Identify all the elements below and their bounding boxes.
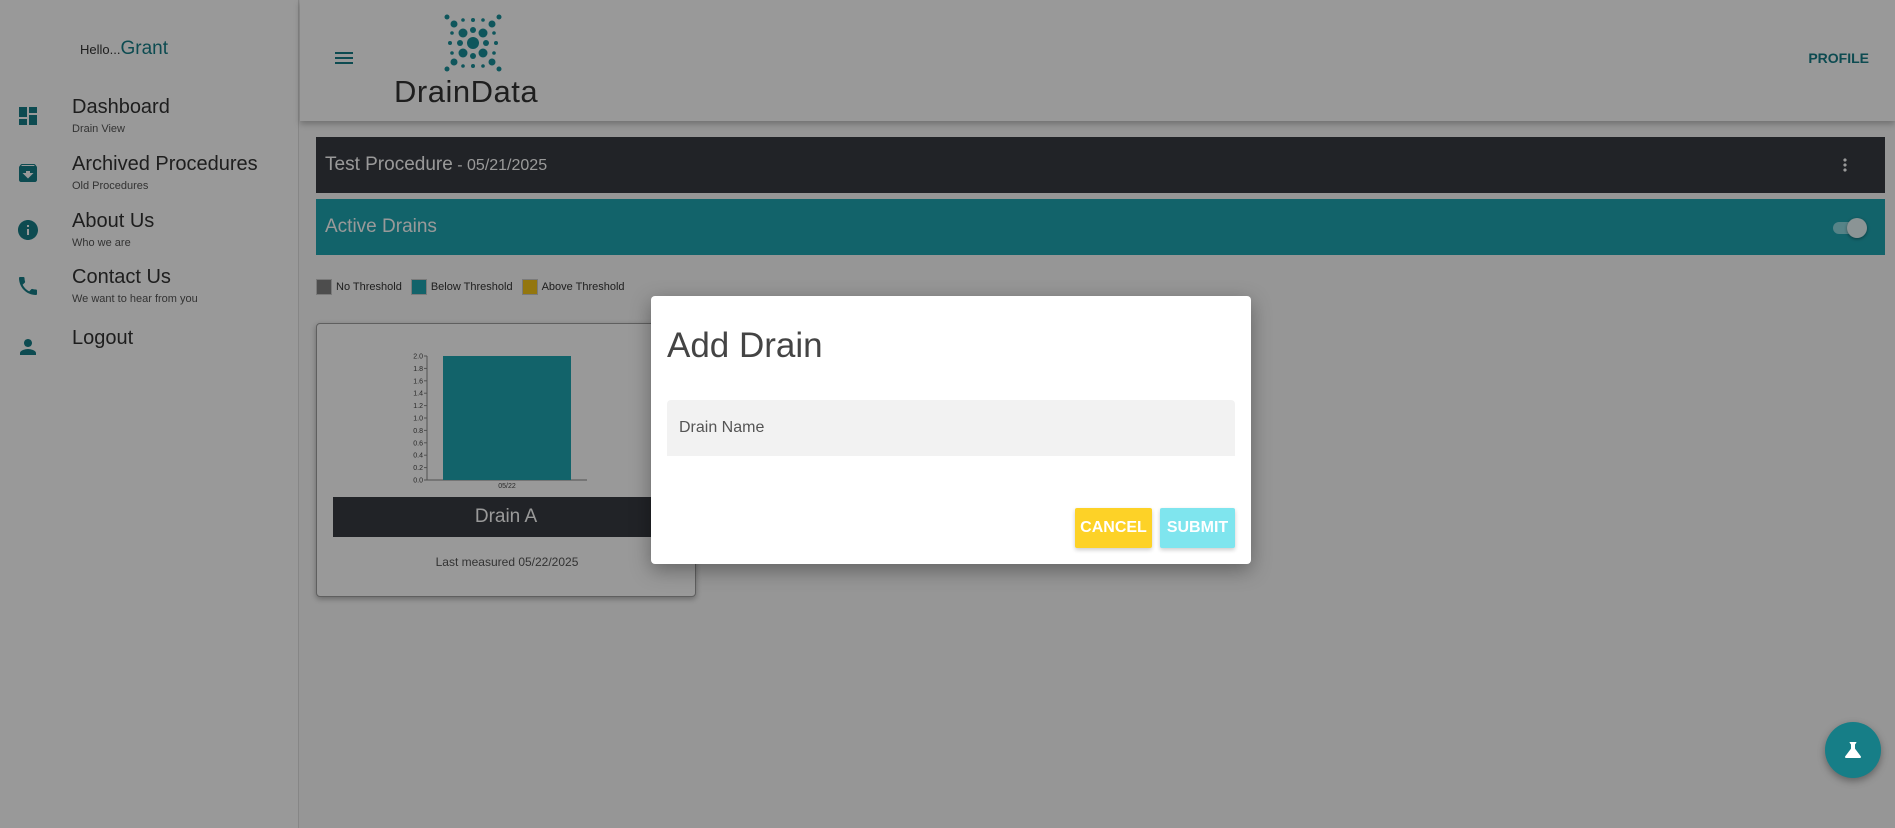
cancel-button[interactable]: CANCEL [1075, 508, 1152, 548]
flask-icon [1845, 742, 1861, 758]
add-drain-dialog: Add Drain CANCEL SUBMIT [651, 296, 1251, 564]
dialog-title: Add Drain [667, 326, 823, 365]
submit-button[interactable]: SUBMIT [1160, 508, 1235, 548]
drain-name-input[interactable] [667, 400, 1235, 456]
fab-button[interactable] [1825, 722, 1881, 778]
